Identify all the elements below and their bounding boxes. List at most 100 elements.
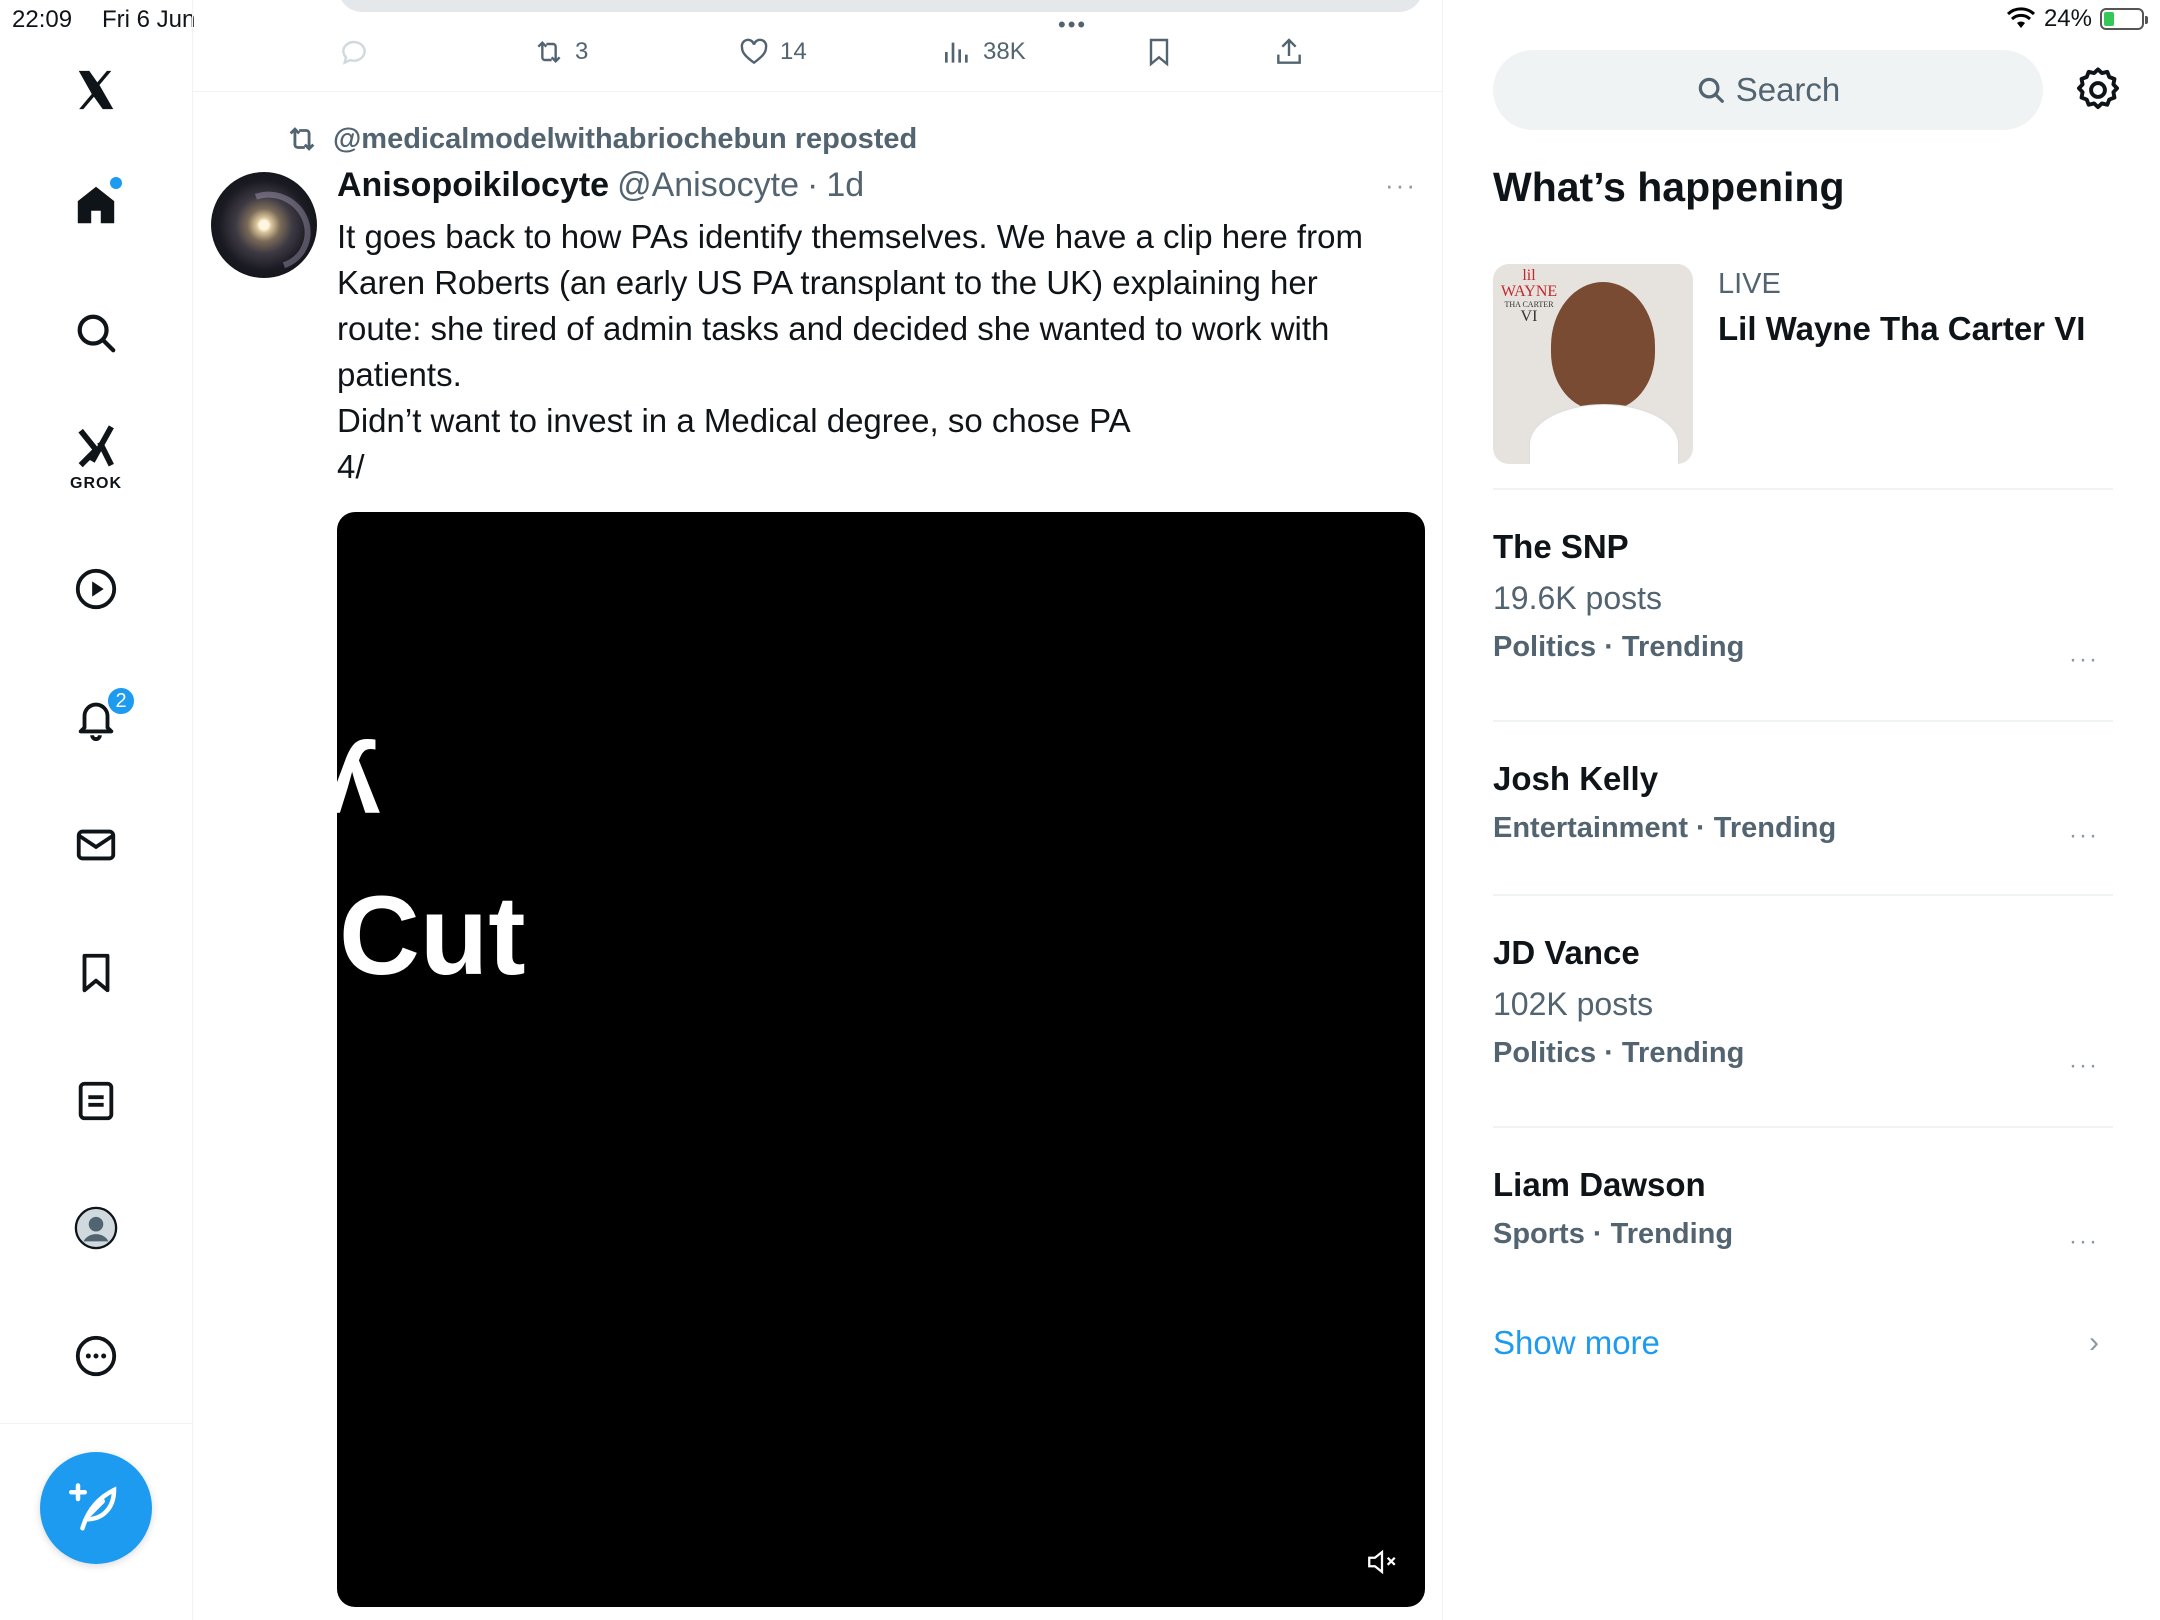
trend-name: JD Vance: [1493, 934, 1640, 971]
retweet-button[interactable]: 3: [533, 30, 588, 74]
search-placeholder: Search: [1735, 71, 1841, 108]
previous-tweet-actions: 3 14 38K: [338, 30, 1423, 74]
nav-home[interactable]: [56, 165, 136, 245]
tweet-text: It goes back to how PAs identify themsel…: [337, 214, 1407, 490]
nav-video[interactable]: [56, 549, 136, 629]
thumbnail-face: [1551, 282, 1655, 410]
tweet-time[interactable]: 1d: [826, 166, 864, 205]
share-icon: [1277, 38, 1301, 64]
nav-more[interactable]: [56, 1316, 136, 1396]
thumbnail-text: WAYNE: [1500, 283, 1558, 300]
bookmark-button[interactable]: [1143, 30, 1175, 74]
reply-button[interactable]: [338, 30, 370, 74]
repost-context[interactable]: @medicalmodelwithabriochebun reposted: [285, 122, 917, 156]
thumbnail-text: VI: [1520, 308, 1538, 325]
video-caption-fragment: y: [337, 738, 381, 850]
tweet-text-line: It goes back to how PAs identify themsel…: [337, 218, 1363, 393]
trend-more-button[interactable]: ···: [2069, 1052, 2099, 1080]
trend-item[interactable]: Liam Dawson Sports · Trending ···: [1493, 1166, 2113, 1255]
search-icon: [77, 314, 116, 353]
nav-notifications[interactable]: 2: [56, 678, 136, 758]
nav-bookmarks[interactable]: [56, 933, 136, 1013]
home-unread-dot: [110, 177, 122, 189]
trend-divider: [1493, 894, 2113, 896]
author-avatar[interactable]: [211, 172, 317, 278]
list-icon: [78, 1081, 114, 1121]
trend-item[interactable]: The SNP 19.6K posts Politics · Trending …: [1493, 528, 2113, 673]
section-title: What’s happening: [1493, 164, 1845, 210]
mute-icon[interactable]: [1365, 1545, 1399, 1579]
views-icon: [945, 42, 968, 63]
tweet-separator: [193, 91, 1443, 92]
x-logo-icon[interactable]: [56, 50, 136, 130]
previous-tweet-media[interactable]: [338, 0, 1423, 12]
nav-profile[interactable]: [56, 1188, 136, 1268]
trend-category: Sports · Trending: [1493, 1218, 1734, 1250]
retweet-count: 3: [575, 38, 589, 65]
tweet-video[interactable]: y Cut: [337, 512, 1425, 1607]
live-title: Lil Wayne Tha Carter VI: [1718, 310, 2086, 347]
separator-dot: ·: [806, 166, 819, 204]
trend-more-button[interactable]: ···: [2069, 646, 2099, 674]
compose-button[interactable]: [40, 1452, 152, 1564]
video-icon: [75, 568, 117, 610]
author-name[interactable]: Anisopoikilocyte: [337, 166, 609, 205]
tweet-text-line: Didn’t want to invest in a Medical degre…: [337, 402, 1131, 439]
share-button[interactable]: [1273, 30, 1305, 74]
more-icon: [75, 1335, 117, 1377]
heart-icon: [740, 38, 768, 65]
author-handle[interactable]: @Anisocyte: [617, 166, 799, 205]
thumbnail-shirt: [1529, 404, 1679, 464]
trend-category: Politics · Trending: [1493, 1037, 1745, 1069]
trend-divider: [1493, 720, 2113, 722]
trend-more-button[interactable]: ···: [2069, 1228, 2099, 1256]
chevron-right-icon[interactable]: ›: [2089, 1326, 2099, 1360]
trend-item[interactable]: JD Vance 102K posts Politics · Trending …: [1493, 934, 2113, 1079]
grok-label: GROK: [70, 475, 122, 492]
mail-icon: [76, 829, 116, 861]
live-event-thumbnail: lil WAYNE THA CARTER VI: [1493, 264, 1693, 464]
trend-name: Liam Dawson: [1493, 1166, 1706, 1203]
bookmark-outline-icon: [1149, 38, 1169, 67]
live-event-card[interactable]: lil WAYNE THA CARTER VI LIVE Lil Wayne T…: [1493, 264, 2113, 464]
gear-icon[interactable]: [2072, 64, 2124, 116]
search-input[interactable]: Search: [1493, 50, 2043, 130]
grok-icon: [78, 425, 114, 468]
trend-divider: [1493, 1126, 2113, 1128]
feather-plus-icon: [69, 1483, 117, 1531]
trend-divider: [1493, 488, 2113, 490]
trend-posts: 19.6K posts: [1493, 580, 1662, 616]
thumbnail-title: lil WAYNE THA CARTER VI: [1499, 268, 1559, 325]
timeline: ••• 3 14 38K @medicalmodelwithabriochebu…: [193, 0, 1443, 1620]
views-button[interactable]: 38K: [941, 30, 1026, 74]
retweet-icon: [289, 127, 315, 151]
trend-name: The SNP: [1493, 528, 1629, 565]
home-icon: [77, 186, 115, 224]
nav-divider: [0, 1423, 193, 1424]
nav-messages[interactable]: [56, 805, 136, 885]
reply-icon: [342, 40, 366, 65]
thumbnail-text: lil: [1522, 267, 1536, 284]
profile-icon: [74, 1206, 118, 1250]
bookmark-icon: [82, 953, 110, 993]
like-count: 14: [780, 38, 807, 65]
tweet-more-button[interactable]: ···: [1385, 170, 1417, 201]
trend-more-button[interactable]: ···: [2069, 822, 2099, 850]
repost-by: @medicalmodelwithabriochebun reposted: [333, 122, 918, 155]
trend-item[interactable]: Josh Kelly Entertainment · Trending ···: [1493, 760, 2113, 849]
show-more-link[interactable]: Show more: [1493, 1324, 1660, 1362]
like-button[interactable]: 14: [738, 30, 807, 74]
tweet-header: Anisopoikilocyte @Anisocyte · 1d: [337, 166, 864, 205]
nav-grok[interactable]: GROK: [56, 415, 136, 495]
tweet-text-line: 4/: [337, 448, 365, 485]
search-icon: [1698, 77, 1724, 103]
trend-category: Entertainment · Trending: [1493, 812, 1837, 844]
nav-explore[interactable]: [56, 293, 136, 373]
live-label: LIVE: [1718, 268, 1781, 300]
right-sidebar: Search What’s happening lil WAYNE THA CA…: [1443, 0, 2160, 1620]
nav-lists[interactable]: [56, 1061, 136, 1141]
retweet-icon: [537, 40, 561, 64]
trend-category: Politics · Trending: [1493, 631, 1745, 663]
views-count: 38K: [983, 38, 1026, 65]
trend-posts: 102K posts: [1493, 986, 1654, 1022]
